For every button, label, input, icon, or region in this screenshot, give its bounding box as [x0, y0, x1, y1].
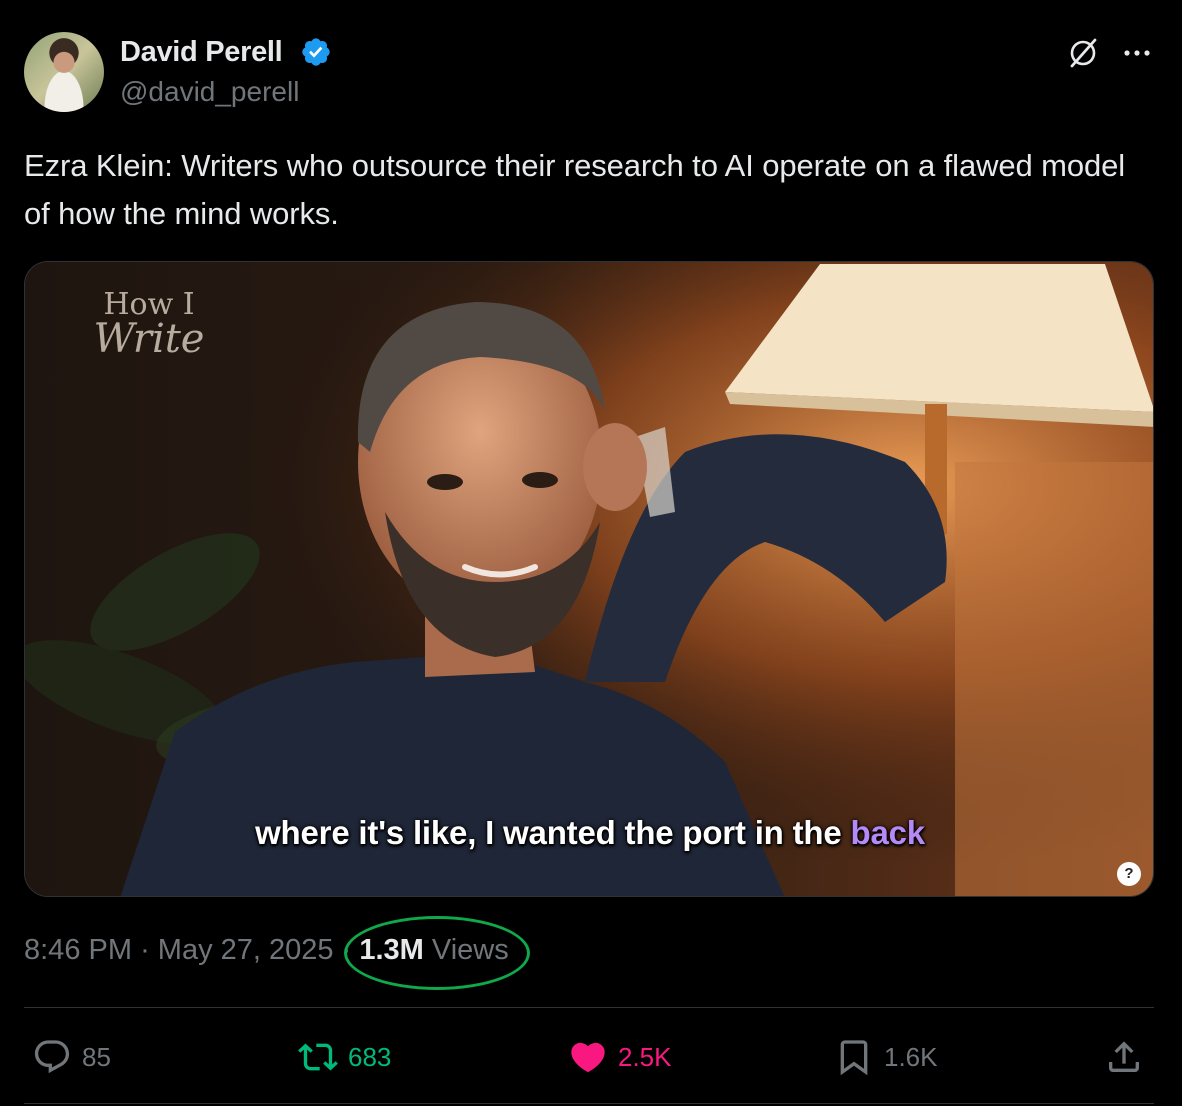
tweet-date[interactable]: May 27, 2025 [158, 934, 334, 966]
bookmark-icon [840, 1040, 868, 1076]
meta-separator: · [140, 934, 150, 966]
grok-icon[interactable] [1066, 36, 1100, 70]
heart-filled-icon [571, 1042, 605, 1073]
reply-icon [34, 1040, 70, 1074]
verified-badge-icon [302, 38, 330, 66]
video-player[interactable]: How I Write where it's like, I wanted th… [24, 261, 1154, 897]
reply-button[interactable]: 85 [32, 1034, 111, 1080]
more-horizontal-icon[interactable] [1120, 38, 1154, 68]
video-caption: where it's like, I wanted the port in th… [25, 814, 1153, 852]
divider [24, 1103, 1154, 1104]
share-icon [1109, 1041, 1139, 1072]
tweet-text: Ezra Klein: Writers who outsource their … [24, 148, 1126, 231]
bookmark-button[interactable]: 1.6K [834, 1034, 938, 1080]
like-count: 2.5K [618, 1041, 672, 1072]
how-i-write-watermark: How I Write [93, 287, 205, 362]
author-avatar[interactable] [24, 32, 104, 112]
share-button[interactable] [1104, 1034, 1154, 1080]
views-annotation-ring [344, 916, 530, 990]
like-button[interactable]: 2.5K [568, 1034, 672, 1080]
author-handle[interactable]: @david_perell [120, 76, 299, 108]
repost-count: 683 [348, 1041, 392, 1072]
repost-icon [298, 1043, 338, 1071]
divider [24, 1007, 1154, 1008]
media-info-icon[interactable]: ? [1117, 862, 1141, 886]
reply-count: 85 [82, 1041, 111, 1072]
author-display-name[interactable]: David Perell [120, 36, 283, 69]
tweet-time[interactable]: 8:46 PM [24, 934, 132, 966]
caption-highlight-text: back [850, 814, 925, 851]
repost-button[interactable]: 683 [298, 1034, 391, 1080]
bookmark-count: 1.6K [884, 1041, 938, 1072]
caption-main-text: where it's like, I wanted the port in th… [255, 814, 851, 851]
